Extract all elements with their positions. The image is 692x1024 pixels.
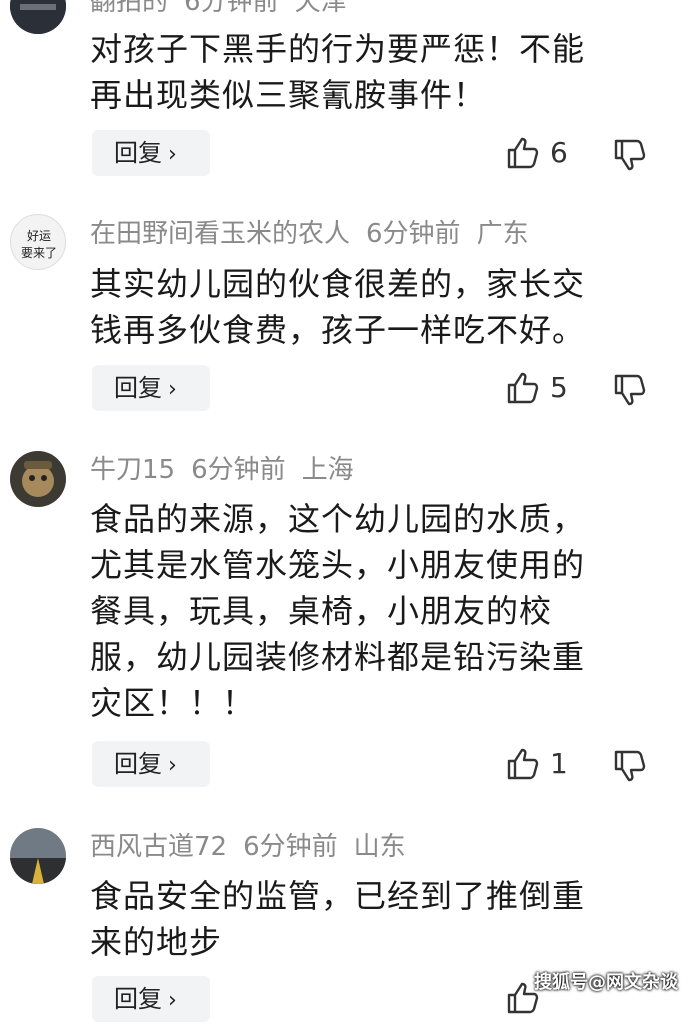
timestamp: 6分钟前 bbox=[191, 455, 286, 485]
avatar[interactable] bbox=[10, 0, 66, 34]
avatar[interactable] bbox=[10, 828, 66, 884]
location: 上海 bbox=[301, 455, 354, 485]
chevron-right-icon: › bbox=[168, 988, 177, 1013]
reply-label: 回复 bbox=[114, 750, 162, 778]
svg-text:要来了: 要来了 bbox=[21, 246, 57, 260]
comment-line: 来的地步 bbox=[90, 923, 223, 961]
avatar-image: 好运 要来了 bbox=[21, 229, 57, 260]
comment-line: 对孩子下黑手的行为要严惩！不能 bbox=[90, 30, 586, 68]
comment-text: 食品的来源，这个幼儿园的水质， 尤其是水管水笼头，小朋友使用的 餐具，玩具，桌椅… bbox=[90, 496, 650, 726]
comment-meta: 牛刀15 6分钟前 上海 bbox=[90, 454, 370, 486]
like-count: 1 bbox=[550, 747, 568, 780]
thumbs-down-icon[interactable] bbox=[612, 372, 648, 408]
avatar-image bbox=[10, 0, 66, 34]
thumbs-down-icon[interactable] bbox=[612, 748, 648, 784]
username[interactable]: 翻拍的 bbox=[90, 0, 168, 17]
location: 天津 bbox=[294, 0, 347, 17]
watermark: 搜狐号@网文杂谈 bbox=[534, 972, 678, 993]
reply-label: 回复 bbox=[114, 139, 162, 167]
comment-meta: 在田野间看玉米的农人 6分钟前 广东 bbox=[90, 218, 545, 250]
reply-button[interactable]: 回复 › bbox=[92, 365, 210, 411]
location: 广东 bbox=[476, 219, 529, 249]
reply-label: 回复 bbox=[114, 985, 162, 1013]
comment-line: 灾区！！！ bbox=[90, 684, 256, 722]
timestamp: 6分钟前 bbox=[243, 832, 338, 862]
comment-line: 钱再多伙食费，孩子一样吃不好。 bbox=[90, 311, 586, 349]
comment-line: 尤其是水管水笼头，小朋友使用的 bbox=[90, 546, 586, 584]
comment-meta: 翻拍的 6分钟前 天津 bbox=[90, 0, 363, 18]
svg-text:好运: 好运 bbox=[27, 229, 51, 243]
timestamp: 6分钟前 bbox=[184, 0, 279, 17]
username[interactable]: 在田野间看玉米的农人 bbox=[90, 219, 350, 249]
comment-line: 餐具，玩具，桌椅，小朋友的校 bbox=[90, 592, 553, 630]
comment-line: 食品安全的监管，已经到了推倒重 bbox=[90, 877, 586, 915]
like-count: 6 bbox=[550, 136, 568, 169]
chevron-right-icon: › bbox=[168, 377, 177, 402]
comment-text: 食品安全的监管，已经到了推倒重 来的地步 bbox=[90, 873, 650, 965]
chevron-right-icon: › bbox=[168, 142, 177, 167]
location: 山东 bbox=[353, 832, 406, 862]
thumbs-down-icon[interactable] bbox=[612, 137, 648, 173]
comment-text: 对孩子下黑手的行为要严惩！不能 再出现类似三聚氰胺事件！ bbox=[90, 26, 650, 118]
avatar-image bbox=[10, 828, 66, 884]
reply-button[interactable]: 回复 › bbox=[92, 741, 210, 787]
like-count: 5 bbox=[550, 371, 568, 404]
thumbs-up-icon[interactable] bbox=[505, 370, 541, 406]
avatar[interactable] bbox=[10, 451, 66, 507]
chevron-right-icon: › bbox=[168, 753, 177, 778]
comment-line: 食品的来源，这个幼儿园的水质， bbox=[90, 500, 586, 538]
reply-label: 回复 bbox=[114, 374, 162, 402]
timestamp: 6分钟前 bbox=[366, 219, 461, 249]
comment-line: 再出现类似三聚氰胺事件！ bbox=[90, 76, 487, 114]
reply-button[interactable]: 回复 › bbox=[92, 130, 210, 176]
comment-line: 服，幼儿园装修材料都是铅污染重 bbox=[90, 638, 586, 676]
username[interactable]: 牛刀15 bbox=[90, 455, 175, 485]
comment-line: 其实幼儿园的伙食很差的，家长交 bbox=[90, 265, 586, 303]
comment-text: 其实幼儿园的伙食很差的，家长交 钱再多伙食费，孩子一样吃不好。 bbox=[90, 261, 650, 353]
reply-button[interactable]: 回复 › bbox=[92, 976, 210, 1022]
avatar-image bbox=[10, 451, 66, 507]
thumbs-up-icon[interactable] bbox=[505, 746, 541, 782]
avatar[interactable]: 好运 要来了 bbox=[10, 214, 66, 270]
username[interactable]: 西风古道72 bbox=[90, 832, 227, 862]
thumbs-up-icon[interactable] bbox=[505, 135, 541, 171]
comment-meta: 西风古道72 6分钟前 山东 bbox=[90, 831, 422, 863]
